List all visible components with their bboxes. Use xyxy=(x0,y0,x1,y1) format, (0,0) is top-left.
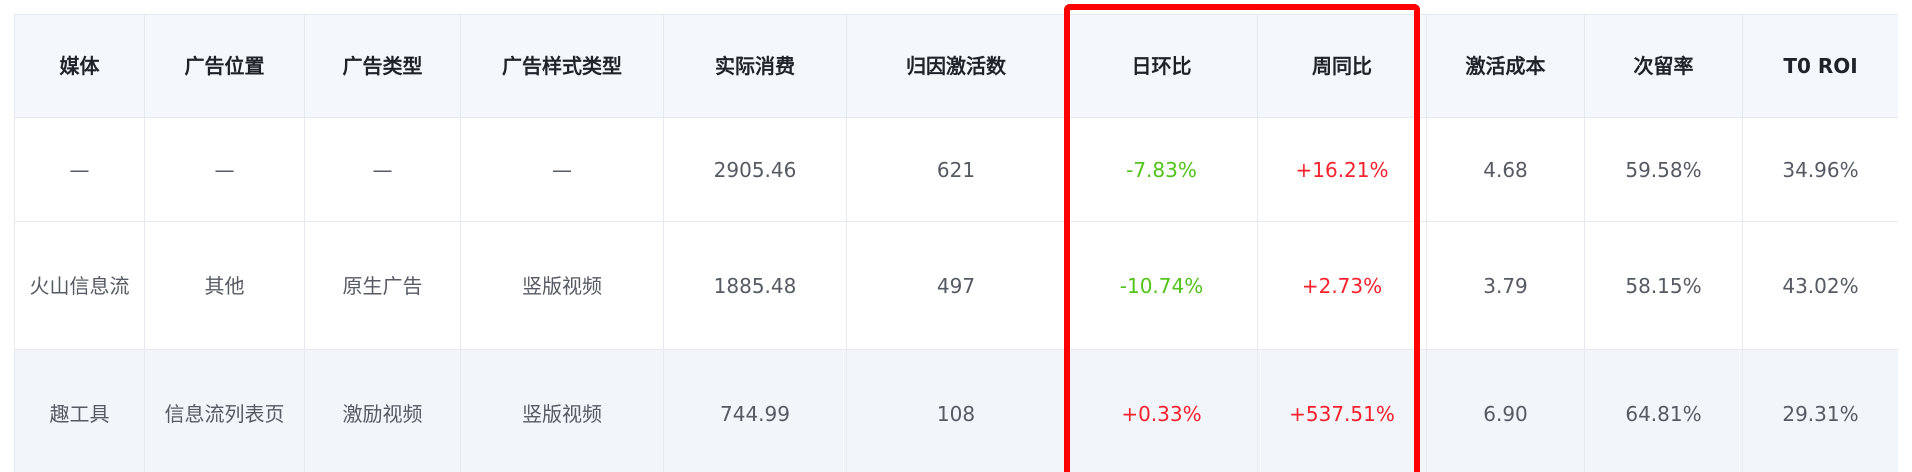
cell-media: — xyxy=(14,117,145,222)
table-row[interactable]: 趣工具 信息流列表页 激励视频 竖版视频 744.99 108 +0.33% +… xyxy=(14,349,1898,472)
table-row[interactable]: — — — — 2905.46 621 -7.83% +16.21% 4.68 … xyxy=(14,117,1898,222)
cell-week-over-week: +16.21% xyxy=(1257,117,1427,222)
data-table-container: 媒体 广告位置 广告类型 广告样式类型 实际消费 归因激活数 日环比 周同比 激… xyxy=(14,14,1898,472)
cell-t0-roi: 43.02% xyxy=(1742,221,1898,350)
cell-ad-position: 其他 xyxy=(144,221,305,350)
cell-ad-type: 原生广告 xyxy=(304,221,461,350)
cell-ad-position: — xyxy=(144,117,305,222)
cell-week-over-week: +2.73% xyxy=(1257,221,1427,350)
cell-actual-spend: 744.99 xyxy=(663,349,847,472)
cell-actual-spend: 1885.48 xyxy=(663,221,847,350)
table-row[interactable]: 火山信息流 其他 原生广告 竖版视频 1885.48 497 -10.74% +… xyxy=(14,221,1898,350)
cell-ad-type: 激励视频 xyxy=(304,349,461,472)
column-header-next-day-retention[interactable]: 次留率 xyxy=(1584,14,1743,118)
column-header-ad-style-type[interactable]: 广告样式类型 xyxy=(460,14,664,118)
cell-attributed-activations: 108 xyxy=(846,349,1066,472)
column-header-media[interactable]: 媒体 xyxy=(14,14,145,118)
cell-next-day-retention: 59.58% xyxy=(1584,117,1743,222)
column-header-ad-type[interactable]: 广告类型 xyxy=(304,14,461,118)
cell-activation-cost: 4.68 xyxy=(1426,117,1585,222)
cell-attributed-activations: 621 xyxy=(846,117,1066,222)
column-header-ad-position[interactable]: 广告位置 xyxy=(144,14,305,118)
cell-ad-position: 信息流列表页 xyxy=(144,349,305,472)
column-header-attributed-activations[interactable]: 归因激活数 xyxy=(846,14,1066,118)
cell-day-over-day: -7.83% xyxy=(1065,117,1258,222)
cell-ad-type: — xyxy=(304,117,461,222)
cell-t0-roi: 34.96% xyxy=(1742,117,1898,222)
cell-ad-style-type: 竖版视频 xyxy=(460,349,664,472)
cell-activation-cost: 3.79 xyxy=(1426,221,1585,350)
cell-media: 趣工具 xyxy=(14,349,145,472)
column-header-t0-roi[interactable]: T0 ROI xyxy=(1742,14,1898,118)
cell-ad-style-type: 竖版视频 xyxy=(460,221,664,350)
cell-day-over-day: -10.74% xyxy=(1065,221,1258,350)
cell-ad-style-type: — xyxy=(460,117,664,222)
table-header-row: 媒体 广告位置 广告类型 广告样式类型 实际消费 归因激活数 日环比 周同比 激… xyxy=(14,14,1898,118)
column-header-actual-spend[interactable]: 实际消费 xyxy=(663,14,847,118)
column-header-activation-cost[interactable]: 激活成本 xyxy=(1426,14,1585,118)
cell-actual-spend: 2905.46 xyxy=(663,117,847,222)
cell-week-over-week: +537.51% xyxy=(1257,349,1427,472)
cell-attributed-activations: 497 xyxy=(846,221,1066,350)
cell-next-day-retention: 58.15% xyxy=(1584,221,1743,350)
cell-day-over-day: +0.33% xyxy=(1065,349,1258,472)
column-header-day-over-day[interactable]: 日环比 xyxy=(1065,14,1258,118)
cell-activation-cost: 6.90 xyxy=(1426,349,1585,472)
cell-next-day-retention: 64.81% xyxy=(1584,349,1743,472)
column-header-week-over-week[interactable]: 周同比 xyxy=(1257,14,1427,118)
cell-t0-roi: 29.31% xyxy=(1742,349,1898,472)
ad-metrics-table: 媒体 广告位置 广告类型 广告样式类型 实际消费 归因激活数 日环比 周同比 激… xyxy=(14,14,1898,472)
cell-media: 火山信息流 xyxy=(14,221,145,350)
